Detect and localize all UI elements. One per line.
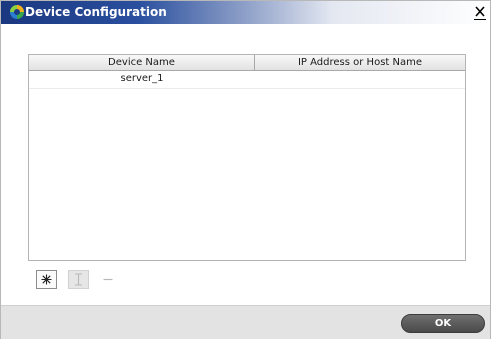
dialog-content: Device Name IP Address or Host Name serv… (1, 24, 490, 305)
close-button[interactable] (473, 5, 487, 20)
column-header-ip-address[interactable]: IP Address or Host Name (255, 55, 465, 70)
device-configuration-dialog: Device Configuration Device Name IP Addr… (0, 0, 491, 339)
device-table[interactable]: Device Name IP Address or Host Name serv… (28, 54, 466, 261)
cell-ip-address[interactable] (255, 71, 465, 88)
add-device-button[interactable] (36, 270, 57, 289)
minus-remove-icon (103, 278, 112, 281)
ok-button[interactable]: OK (401, 314, 485, 333)
title-bar[interactable]: Device Configuration (1, 1, 490, 24)
window-title: Device Configuration (25, 5, 167, 19)
dialog-footer: OK (1, 305, 490, 339)
edit-device-button[interactable] (68, 270, 89, 289)
close-underline (474, 19, 486, 20)
table-header: Device Name IP Address or Host Name (29, 55, 465, 71)
table-row[interactable]: server_1 (29, 71, 465, 89)
remove-device-button[interactable] (97, 270, 118, 289)
text-cursor-edit-icon (75, 273, 82, 286)
app-logo-icon (9, 4, 25, 20)
asterisk-add-icon (41, 274, 52, 285)
cell-device-name[interactable]: server_1 (29, 71, 255, 88)
column-header-device-name[interactable]: Device Name (29, 55, 255, 70)
close-icon (475, 6, 485, 17)
